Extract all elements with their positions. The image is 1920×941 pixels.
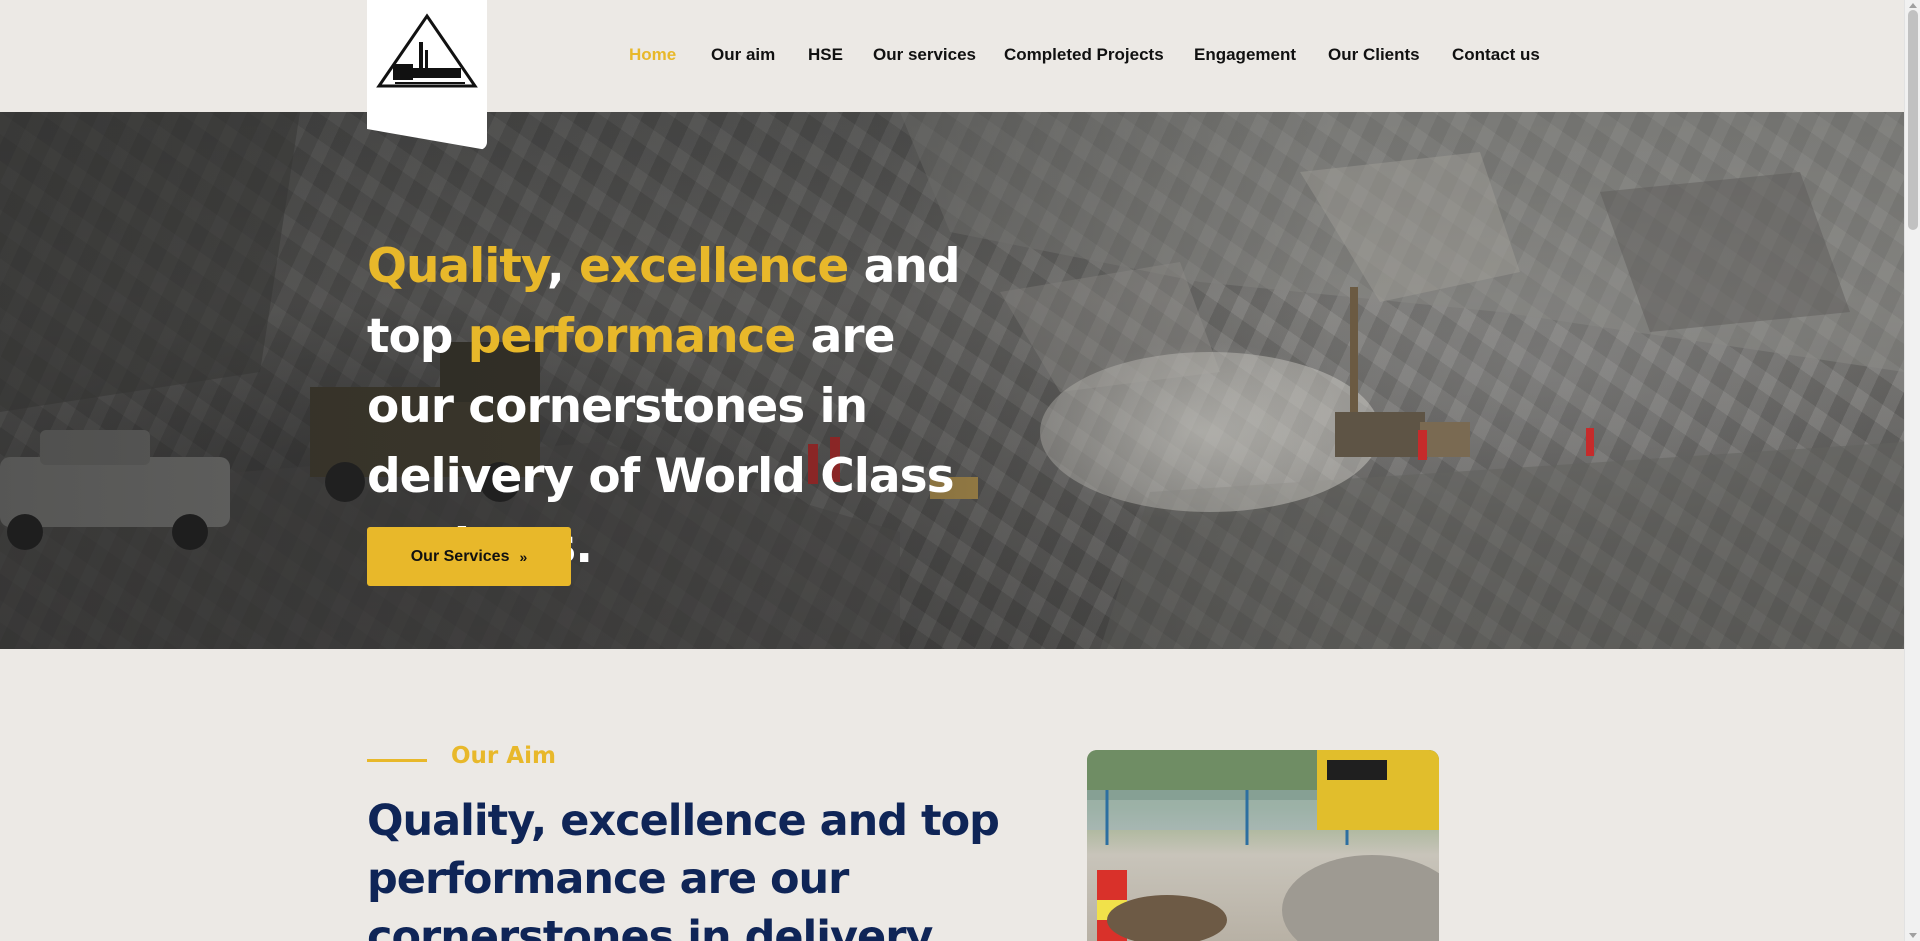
headline-and: and <box>863 239 961 294</box>
nav-our-services[interactable]: Our services <box>873 45 976 65</box>
nav-hse[interactable]: HSE <box>808 45 843 65</box>
headline-comma: , <box>546 239 565 294</box>
headline-quality: Quality <box>367 239 548 294</box>
our-services-button[interactable]: Our Services » <box>367 527 571 586</box>
nav-our-aim[interactable]: Our aim <box>711 45 775 65</box>
scrollbar-thumb[interactable] <box>1908 10 1918 230</box>
nav-contact-us[interactable]: Contact us <box>1452 45 1540 65</box>
headline-top: top <box>367 309 453 364</box>
headline-excellence: excellence <box>579 239 849 294</box>
our-services-button-label: Our Services <box>410 547 510 565</box>
company-logo-icon <box>376 13 478 88</box>
aim-accent-line <box>367 759 427 762</box>
scroll-up-arrow-icon[interactable] <box>1909 3 1917 8</box>
page-scrollbar[interactable] <box>1904 0 1920 941</box>
aim-section-label: Our Aim <box>451 743 556 769</box>
nav-home[interactable]: Home <box>629 45 676 65</box>
main-nav: Home Our aim HSE Our services Completed … <box>0 0 1904 112</box>
double-chevron-right-icon: » <box>519 548 528 565</box>
hero-banner: Quality, excellence and top performance … <box>0 112 1904 649</box>
nav-completed-projects[interactable]: Completed Projects <box>1004 45 1164 65</box>
scroll-down-arrow-icon[interactable] <box>1909 933 1917 938</box>
nav-engagement[interactable]: Engagement <box>1194 45 1296 65</box>
logo-card[interactable] <box>367 0 487 150</box>
aim-heading: Quality, excellence and top performance … <box>367 796 1000 941</box>
headline-performance: performance <box>467 309 797 364</box>
construction-site-image <box>1087 750 1439 941</box>
site-header: Home Our aim HSE Our services Completed … <box>0 0 1904 150</box>
nav-our-clients[interactable]: Our Clients <box>1328 45 1420 65</box>
aim-site-photo <box>1087 750 1439 941</box>
